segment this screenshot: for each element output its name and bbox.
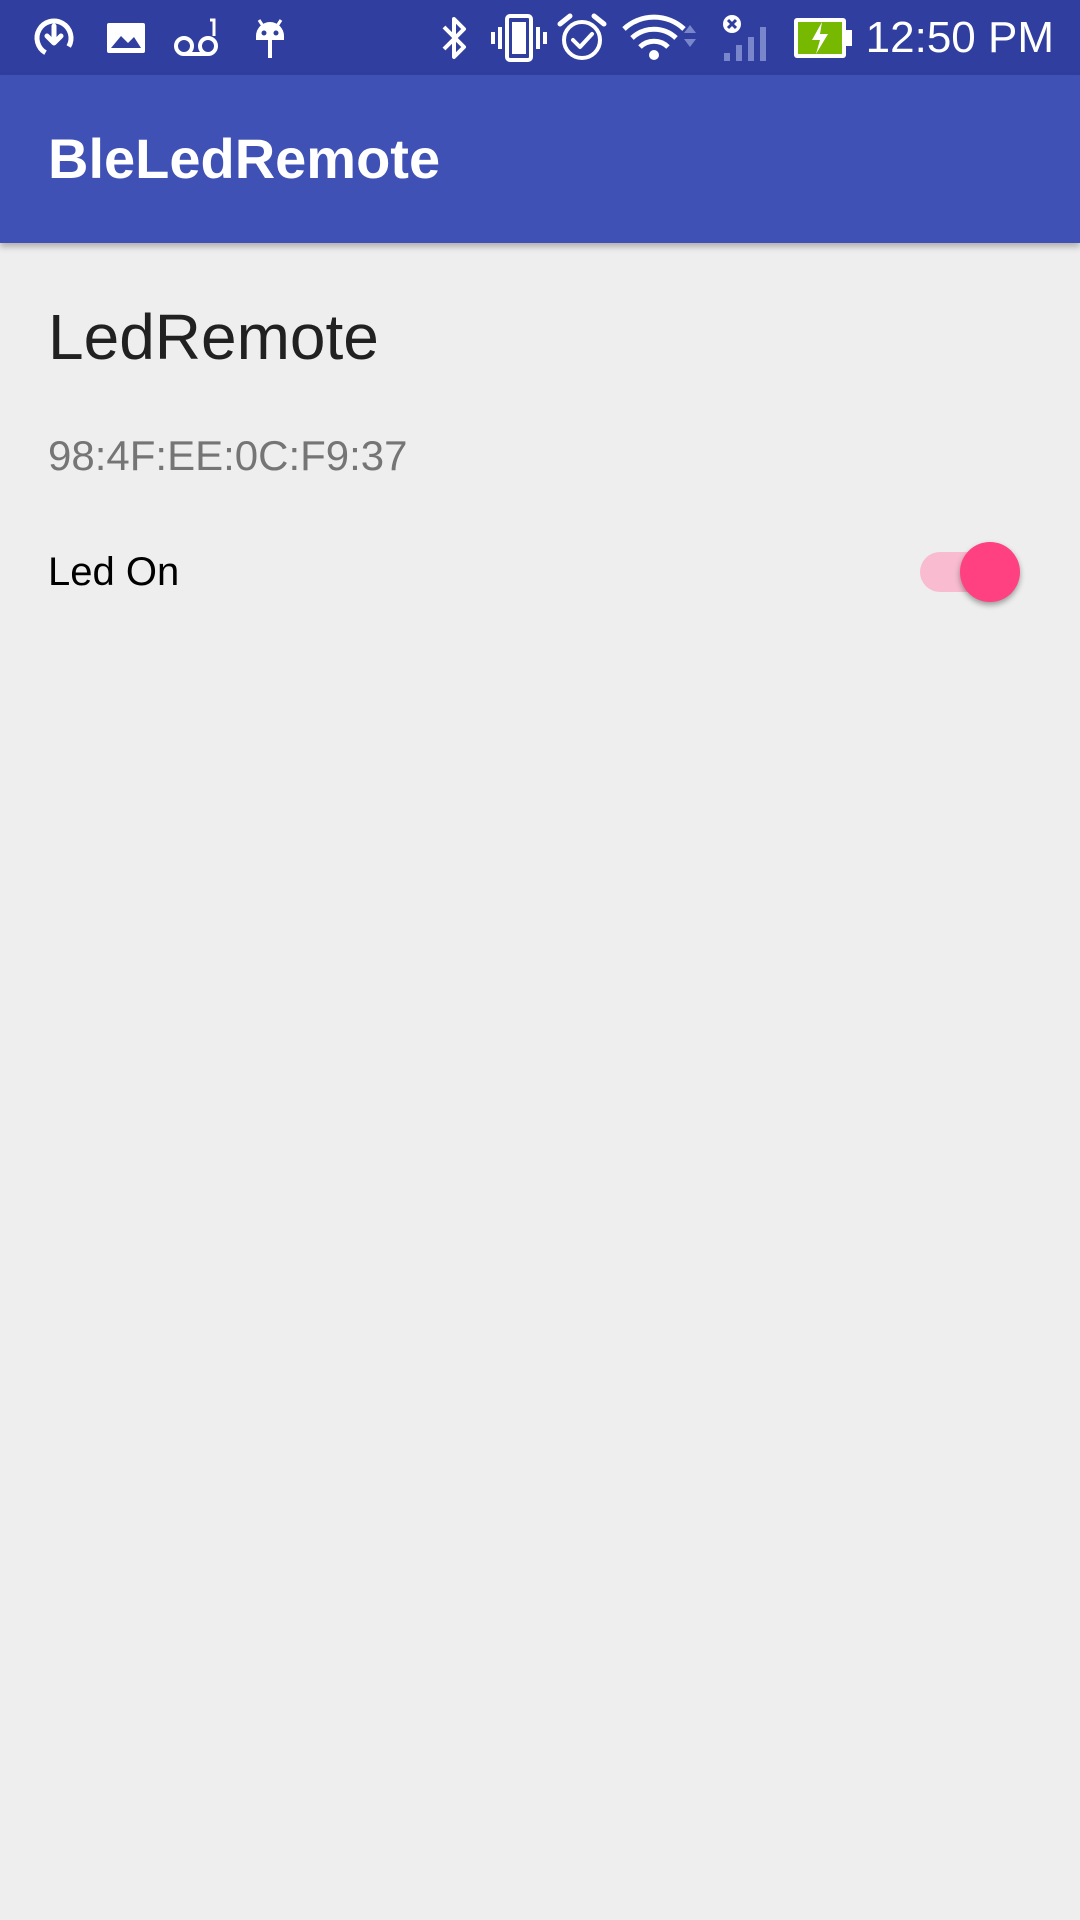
wifi-icon bbox=[622, 0, 702, 75]
led-switch-thumb[interactable] bbox=[960, 542, 1020, 602]
bluetooth-icon bbox=[436, 0, 472, 75]
voicemail-icon bbox=[172, 0, 222, 75]
image-icon bbox=[104, 0, 148, 75]
status-bar-time: 12:50 PM bbox=[865, 13, 1054, 62]
vibrate-icon bbox=[490, 0, 548, 75]
android-icon bbox=[248, 0, 292, 75]
device-name: LedRemote bbox=[48, 301, 379, 373]
alarm-icon bbox=[556, 0, 608, 75]
signal-icon bbox=[720, 0, 780, 75]
battery-charging-icon bbox=[792, 0, 854, 75]
led-switch[interactable] bbox=[918, 540, 1022, 604]
device-address: 98:4F:EE:0C:F9:37 bbox=[48, 432, 408, 479]
download-icon bbox=[30, 0, 78, 75]
app-bar: BleLedRemote bbox=[0, 75, 1080, 243]
app-title: BleLedRemote bbox=[48, 127, 441, 190]
led-switch-label: Led On bbox=[48, 550, 180, 594]
status-bar: 12:50 PM bbox=[0, 0, 1080, 75]
